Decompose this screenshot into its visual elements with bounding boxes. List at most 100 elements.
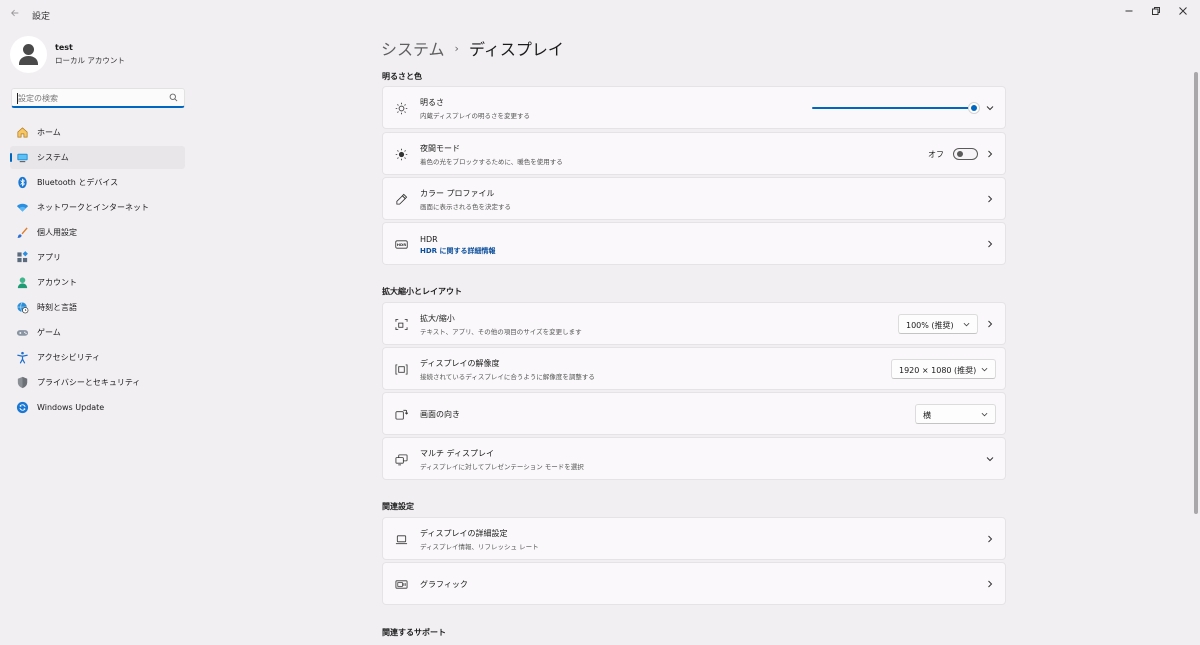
avatar [10,36,47,73]
person-icon [16,276,29,289]
sidebar-item-time-language[interactable]: 時刻と言語 [10,296,185,319]
hdr-title: HDR [420,235,438,244]
brightness-slider-track[interactable] [812,107,974,109]
night-light-card[interactable]: 夜間モード 着色の光をブロックするために、暖色を使用する オフ [382,132,1006,175]
brightness-subtitle: 内蔵ディスプレイの明るさを変更する [420,112,531,120]
resolution-dropdown[interactable]: 1920 × 1080 (推奨) [891,359,996,379]
multi-display-card[interactable]: マルチ ディスプレイ ディスプレイに対してプレゼンテーション モードを選択 [382,437,1006,480]
resolution-dropdown-value: 1920 × 1080 (推奨) [899,366,977,375]
sidebar-item-privacy[interactable]: プライバシーとセキュリティ [10,371,185,394]
hdr-info-link[interactable]: HDR に関する詳細情報 [420,246,496,256]
chevron-right-icon[interactable] [986,320,994,328]
sidebar-item-accessibility[interactable]: アクセシビリティ [10,346,185,369]
wifi-icon [16,201,29,214]
hdr-icon: HDR [394,237,408,251]
chevron-down-icon[interactable] [986,455,994,463]
laptop-icon [394,532,408,546]
chevron-down-icon [981,412,988,417]
sidebar-item-home[interactable]: ホーム [10,121,185,144]
breadcrumb-separator: › [454,41,459,55]
multi-display-title: マルチ ディスプレイ [420,449,494,458]
breadcrumb-parent[interactable]: システム [381,36,445,60]
text-caret [17,93,18,104]
sidebar-item-label: Bluetooth とデバイス [37,178,119,187]
color-profile-title: カラー プロファイル [420,189,495,198]
accessibility-icon [16,351,29,364]
chevron-right-icon[interactable] [986,580,994,588]
brightness-title: 明るさ [420,98,444,107]
sidebar-item-personalization[interactable]: 個人用設定 [10,221,185,244]
sidebar-item-label: ホーム [37,128,61,137]
chevron-down-icon [981,367,988,372]
sidebar-item-apps[interactable]: アプリ [10,246,185,269]
person-silhouette-icon [19,44,38,65]
page-title: ディスプレイ [468,40,564,59]
search-box[interactable] [11,88,185,108]
bluetooth-icon [16,176,29,189]
section-title-brightness-color: 明るさと色 [382,72,422,81]
orientation-card[interactable]: 画面の向き 横 [382,392,1006,435]
scale-dropdown[interactable]: 100% (推奨) [898,314,978,334]
sidebar-item-network[interactable]: ネットワークとインターネット [10,196,185,219]
chevron-right-icon[interactable] [986,535,994,543]
close-button[interactable] [1172,4,1194,18]
multi-display-icon [394,452,408,466]
scale-card[interactable]: 拡大/縮小 テキスト、アプリ、その他の項目のサイズを変更します 100% (推奨… [382,302,1006,345]
chevron-down-icon[interactable] [986,104,994,112]
scale-subtitle: テキスト、アプリ、その他の項目のサイズを変更します [420,328,582,336]
sidebar-item-label: Windows Update [37,403,105,412]
orientation-dropdown[interactable]: 横 [915,404,996,424]
brightness-slider-thumb[interactable] [968,102,980,114]
sidebar-item-label: システム [37,153,69,162]
chevron-right-icon[interactable] [986,240,994,248]
profile-account-type: ローカル アカウント [55,56,125,65]
chevron-right-icon[interactable] [986,195,994,203]
sidebar-item-windows-update[interactable]: Windows Update [10,396,185,419]
monitor-icon [16,151,29,164]
sidebar-item-label: 時刻と言語 [37,303,77,312]
night-light-title: 夜間モード [420,144,460,153]
resolution-title: ディスプレイの解像度 [420,359,500,368]
chevron-right-icon[interactable] [986,150,994,158]
sidebar-item-bluetooth[interactable]: Bluetooth とデバイス [10,171,185,194]
night-light-sun-icon [394,147,408,161]
advanced-display-card[interactable]: ディスプレイの詳細設定 ディスプレイ情報、リフレッシュ レート [382,517,1006,560]
advanced-display-title: ディスプレイの詳細設定 [420,529,508,538]
graphics-card[interactable]: グラフィック [382,562,1006,605]
home-icon [16,126,29,139]
orientation-dropdown-value: 横 [923,411,931,420]
sidebar-item-label: アカウント [37,278,77,287]
graphics-card-icon [394,577,408,591]
color-profile-card[interactable]: カラー プロファイル 画面に表示される色を決定する [382,177,1006,220]
eyedropper-icon [394,192,408,206]
search-icon[interactable] [169,93,178,102]
chevron-down-icon [963,322,970,327]
minimize-icon [1125,10,1133,12]
apps-icon [16,251,29,264]
section-title-related-support: 関連するサポート [382,628,446,637]
globe-clock-icon [16,301,29,314]
resolution-icon [394,362,408,376]
night-light-toggle[interactable] [953,148,978,160]
user-profile[interactable]: test ローカル アカウント [10,36,125,73]
restore-button[interactable] [1145,4,1167,18]
back-arrow-icon[interactable] [8,7,22,21]
resolution-subtitle: 接続されているディスプレイに合うように解像度を調整する [420,373,595,381]
sidebar-item-gaming[interactable]: ゲーム [10,321,185,344]
resolution-card[interactable]: ディスプレイの解像度 接続されているディスプレイに合うように解像度を調整する 1… [382,347,1006,390]
profile-name: test [55,43,73,52]
minimize-button[interactable] [1118,4,1140,18]
sidebar-item-system[interactable]: システム [10,146,185,169]
sidebar-item-label: プライバシーとセキュリティ [37,378,141,387]
sidebar-item-label: ネットワークとインターネット [37,203,149,212]
brush-icon [16,226,29,239]
hdr-card[interactable]: HDR HDR HDR に関する詳細情報 [382,222,1006,265]
sidebar-item-label: アクセシビリティ [37,353,101,362]
restore-icon [1152,7,1160,15]
sidebar-item-accounts[interactable]: アカウント [10,271,185,294]
brightness-card[interactable]: 明るさ 内蔵ディスプレイの明るさを変更する [382,86,1006,129]
svg-text:HDR: HDR [396,242,405,247]
breadcrumb: システム › ディスプレイ [381,36,564,60]
scrollbar-thumb[interactable] [1194,72,1198,514]
search-input[interactable] [18,93,158,104]
